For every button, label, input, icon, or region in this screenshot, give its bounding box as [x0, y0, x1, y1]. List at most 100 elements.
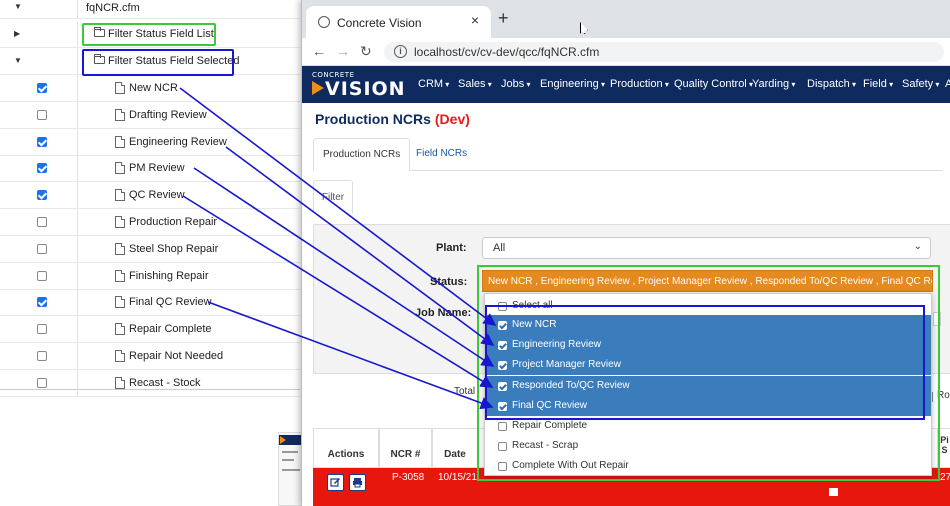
tree-item-label: Engineering Review	[129, 135, 227, 148]
tree-panel: ▼ fqNCR.cfm ▶ Filter Status Field List ▼…	[0, 0, 300, 397]
file-icon	[115, 82, 125, 94]
menu-item[interactable]: A	[945, 78, 950, 90]
file-name: fqNCR.cfm	[86, 2, 140, 14]
collapse-arrow-icon[interactable]: ▼	[14, 2, 22, 11]
new-tab-button[interactable]: +	[498, 8, 509, 29]
file-icon	[115, 189, 125, 202]
browser-tab[interactable]: Concrete Vision ×	[306, 6, 491, 38]
forward-arrow-icon[interactable]: →	[336, 43, 350, 59]
caret-down-icon: ▾	[933, 80, 940, 89]
total-label: Total	[454, 386, 476, 397]
pdf-icon[interactable]	[829, 488, 838, 496]
cell-ncr: P-3058	[392, 472, 425, 483]
file-icon	[115, 350, 125, 362]
tree-item-checkbox[interactable]	[37, 377, 47, 388]
chevron-down-icon: ⌄	[913, 241, 922, 252]
menu-item[interactable]: Safety ▾	[902, 78, 939, 90]
tab-title: Concrete Vision	[337, 16, 422, 30]
col-header-date[interactable]: Date	[432, 428, 478, 468]
print-button[interactable]	[349, 474, 366, 491]
menu-item[interactable]: Sales ▾	[458, 78, 492, 90]
menu-item[interactable]: Quality Control ▾	[674, 78, 753, 90]
caret-down-icon: ▾	[443, 80, 450, 89]
tree-item-checkbox[interactable]	[37, 83, 47, 93]
close-icon[interactable]: ×	[471, 12, 479, 28]
caret-down-icon: ▾	[485, 80, 492, 89]
tree-item[interactable]: New NCR	[0, 75, 300, 102]
tab-field-ncrs[interactable]: Field NCRs	[407, 138, 476, 171]
plant-select[interactable]: All ⌄	[482, 237, 931, 259]
caret-down-icon: ▾	[524, 80, 531, 89]
caret-down-icon: ▾	[886, 80, 894, 89]
tree-item-checkbox[interactable]	[37, 351, 47, 361]
env-badge: (Dev)	[434, 111, 470, 127]
tree-item-checkbox[interactable]	[37, 297, 47, 308]
tree-item-label: Steel Shop Repair	[129, 242, 219, 255]
plant-label: Plant:	[436, 242, 467, 254]
cell-last: 270	[940, 472, 950, 483]
menu-item[interactable]: Production ▾	[610, 78, 669, 90]
tree-item[interactable]: Production Repair	[0, 209, 300, 236]
tree-item-label: Repair Complete	[129, 323, 212, 336]
tree-item-label: Final QC Review	[129, 296, 212, 309]
tab-production-ncrs[interactable]: Production NCRs	[313, 138, 411, 171]
url-field[interactable]: i localhost/cv/cv-dev/qcc/fqNCR.cfm	[384, 42, 944, 62]
reload-icon[interactable]: ↻	[360, 43, 372, 60]
tree-item[interactable]: Finishing Repair	[0, 262, 300, 290]
file-icon	[115, 216, 125, 228]
tree-item[interactable]: Recast - Stock	[0, 369, 300, 397]
tab-strip: Concrete Vision × +	[302, 0, 950, 38]
tree-item[interactable]: Repair Complete	[0, 316, 300, 344]
tree-item[interactable]: Engineering Review	[0, 128, 300, 156]
cell-date: 10/15/21	[438, 472, 477, 483]
highlight-folder-list	[82, 23, 216, 46]
caret-down-icon: ▾	[789, 80, 796, 89]
tree-item[interactable]: PM Review	[0, 155, 300, 183]
tree-item-checkbox[interactable]	[37, 217, 47, 227]
edit-button[interactable]	[327, 474, 344, 491]
file-icon	[115, 376, 125, 389]
tree-item-checkbox[interactable]	[37, 190, 47, 201]
tree-item[interactable]: Drafting Review	[0, 101, 300, 129]
caret-down-icon: ▾	[662, 80, 669, 89]
file-icon	[115, 323, 125, 336]
expand-arrow-icon[interactable]: ▶	[14, 29, 20, 38]
tree-item-checkbox[interactable]	[37, 324, 47, 335]
menu-item[interactable]: Yarding ▾	[752, 78, 795, 90]
menu-item[interactable]: Jobs ▾	[501, 78, 531, 90]
tree-row-file[interactable]: ▼ fqNCR.cfm	[0, 0, 300, 19]
tree-item-label: New NCR	[129, 82, 178, 94]
tree-item[interactable]: Repair Not Needed	[0, 343, 300, 370]
highlight-status-selected	[485, 305, 925, 420]
menu-item[interactable]: Field ▾	[863, 78, 893, 90]
tree-item-checkbox[interactable]	[37, 243, 47, 254]
tree-item-checkbox[interactable]	[37, 270, 47, 281]
tree-item-checkbox[interactable]	[37, 163, 47, 174]
tree-item-checkbox[interactable]	[37, 136, 47, 147]
col-header-ncr[interactable]: NCR #	[379, 428, 432, 468]
menu-item[interactable]: Engineering ▾	[540, 78, 605, 90]
caret-down-icon: ▾	[849, 80, 857, 89]
back-arrow-icon[interactable]: ←	[312, 43, 326, 59]
info-icon[interactable]: i	[394, 45, 407, 58]
tree-item-label: Finishing Repair	[129, 269, 209, 282]
tree-item-checkbox[interactable]	[37, 109, 47, 120]
app-navbar: CONCRETE VISION CRM ▾ Sales ▾ Jobs ▾ Engine…	[302, 66, 950, 103]
col-header-actions[interactable]: Actions	[313, 428, 379, 468]
tab-filter[interactable]: Filter	[313, 180, 353, 213]
menu-item[interactable]: Dispatch ▾	[807, 78, 856, 90]
tree-item[interactable]: Steel Shop Repair	[0, 235, 300, 263]
collapse-arrow-icon[interactable]: ▼	[14, 56, 22, 65]
tree-item[interactable]: QC Review	[0, 182, 300, 210]
document-thumbnail	[278, 432, 303, 506]
file-icon	[115, 135, 125, 148]
file-icon	[115, 296, 125, 309]
url-text: localhost/cv/cv-dev/qcc/fqNCR.cfm	[414, 45, 600, 59]
concrete-vision-logo[interactable]: CONCRETE VISION	[312, 71, 405, 100]
tree-item-label: Recast - Stock	[129, 376, 201, 389]
menu-item[interactable]: CRM ▾	[418, 78, 449, 90]
page-title: Production NCRs (Dev)	[315, 111, 470, 127]
tree-item[interactable]: Final QC Review	[0, 289, 300, 317]
file-icon	[115, 108, 125, 121]
file-icon	[115, 242, 125, 255]
